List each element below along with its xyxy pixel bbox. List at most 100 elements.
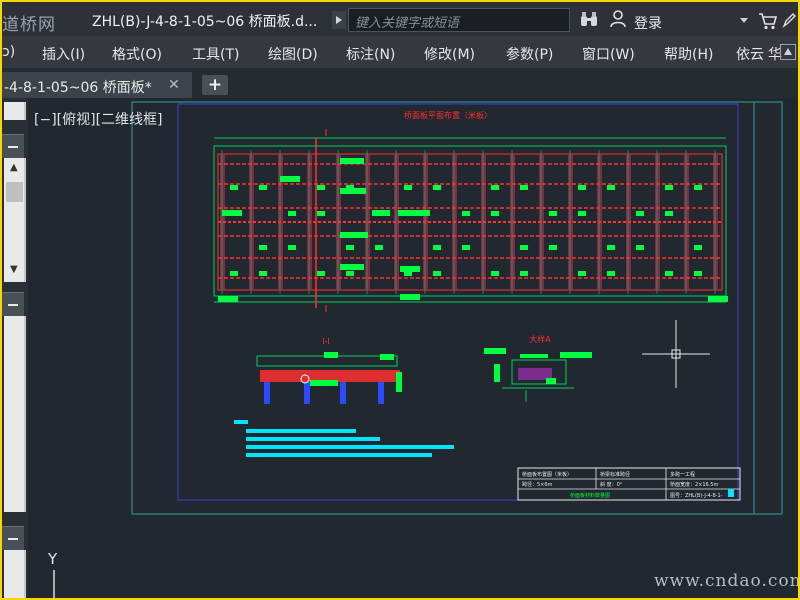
chevron-down-icon[interactable] xyxy=(740,18,748,23)
plan-mark xyxy=(259,185,267,190)
plan-mark xyxy=(665,185,673,190)
plan-mark xyxy=(462,245,470,250)
title-block-cell: 跨径：5×6m xyxy=(522,481,553,488)
plan-mark xyxy=(491,211,499,216)
title-block-cell: 图号：ZHL(B)-J-4-8-1- xyxy=(670,493,723,499)
plan-mark xyxy=(578,271,586,276)
palette-scroll-panel[interactable]: ▲ ▼ xyxy=(4,158,26,282)
document-tab-bar: -4-8-1-05~06 桥面板* ✕ + xyxy=(2,68,798,98)
title-bar: 道桥网 ZHL(B)-J-4-8-1-05~06 桥面板.d... 键入关键字或… xyxy=(2,2,798,36)
palette-collapse-button[interactable] xyxy=(2,526,24,550)
palette-panel-top xyxy=(4,102,26,120)
menu-bar: ɔ) 插入(I) 格式(O) 工具(T) 绘图(D) 标注(N) 修改(M) 参… xyxy=(2,36,798,68)
tab-drawing-file[interactable]: -4-8-1-05~06 桥面板* ✕ xyxy=(2,72,192,98)
plan-mark xyxy=(317,211,325,216)
plan-label-box xyxy=(218,296,238,302)
plan-label-box xyxy=(340,188,366,194)
menu-item-partial[interactable]: ɔ) xyxy=(2,44,15,60)
plan-label-box xyxy=(340,158,364,164)
cad-application-window: 道桥网 ZHL(B)-J-4-8-1-05~06 桥面板.d... 键入关键字或… xyxy=(2,2,798,598)
plan-mark xyxy=(259,245,267,250)
plan-label-box xyxy=(280,176,300,182)
chevron-right-icon[interactable] xyxy=(332,11,346,29)
plan-mark xyxy=(317,185,325,190)
plan-mark xyxy=(694,185,702,190)
login-button[interactable]: 登录 xyxy=(634,13,662,33)
title-block-cell: 斜 度：0° xyxy=(600,481,623,488)
plan-mark xyxy=(694,245,702,250)
palette-collapse-button[interactable] xyxy=(2,134,24,158)
plan-label-box xyxy=(222,210,242,216)
scrollbar-thumb[interactable] xyxy=(6,182,23,202)
section-mark-bottom: I xyxy=(325,304,328,315)
title-block: 桥面板布置图（米板） 桥梁标准跨径 多跨一工程 跨径：5×6m 斜 度：0° 桥… xyxy=(517,467,741,501)
menu-item-format[interactable]: 格式(O) xyxy=(112,44,162,64)
plan-mark xyxy=(346,245,354,250)
title-block-cell: 多跨一工程 xyxy=(670,471,695,478)
close-icon[interactable]: ✕ xyxy=(168,77,180,93)
plan-label-box xyxy=(340,232,368,238)
new-tab-button[interactable]: + xyxy=(202,75,228,95)
menu-item-dimension[interactable]: 标注(N) xyxy=(346,44,395,64)
plan-mark xyxy=(462,211,470,216)
palette-collapse-button[interactable] xyxy=(2,292,24,316)
search-input[interactable]: 键入关键字或短语 xyxy=(348,8,570,32)
palette-panel-middle xyxy=(4,316,26,512)
viewport-label[interactable]: [−][俯视][二维线框] xyxy=(34,109,163,129)
drawing-canvas[interactable]: 桥面板平面布置（米板） I I I-I 大样A 桥面板布置图（米板） 桥梁标准跨… xyxy=(28,98,798,598)
crosshair-cursor-icon xyxy=(642,320,710,388)
plan-view xyxy=(213,137,728,308)
plan-label-box xyxy=(400,294,420,300)
menu-item-yiyun[interactable]: 依云 xyxy=(736,44,764,64)
menu-item-tools[interactable]: 工具(T) xyxy=(192,44,239,64)
plan-mark xyxy=(520,271,528,276)
app-logo: 道桥网 xyxy=(2,15,56,35)
menu-item-draw[interactable]: 绘图(D) xyxy=(268,44,318,64)
binoculars-icon[interactable] xyxy=(580,11,598,27)
title-block-cell: 桥梁标准跨径 xyxy=(600,471,630,478)
plan-mark xyxy=(491,271,499,276)
plan-label-box xyxy=(372,210,390,216)
plan-mark xyxy=(346,271,354,276)
plan-mark xyxy=(491,185,499,190)
tool-palette-strip: ▲ ▼ xyxy=(2,98,28,598)
pen-icon[interactable] xyxy=(782,12,796,28)
plan-label-box xyxy=(400,266,420,272)
plan-mark xyxy=(578,185,586,190)
title-block-cell: 桥面板布置图（米板） xyxy=(522,471,572,478)
plan-mark xyxy=(636,245,644,250)
palette-panel-bottom xyxy=(4,550,26,598)
ribbon-toggle-icon[interactable] xyxy=(780,44,796,60)
plan-mark xyxy=(433,185,441,190)
cross-section-view xyxy=(256,352,402,404)
cart-icon[interactable] xyxy=(758,12,778,30)
plan-label-box xyxy=(398,210,430,216)
plan-mark xyxy=(549,245,557,250)
watermark-text: www.cndao.com xyxy=(654,571,798,591)
plan-mark xyxy=(317,271,325,276)
plan-mark xyxy=(520,245,528,250)
plan-mark xyxy=(230,271,238,276)
detail-view xyxy=(484,348,592,402)
plan-mark xyxy=(288,245,296,250)
plan-mark xyxy=(230,185,238,190)
menu-item-window[interactable]: 窗口(W) xyxy=(582,44,635,64)
plan-mark xyxy=(375,245,383,250)
menu-item-help[interactable]: 帮助(H) xyxy=(664,44,713,64)
plan-mark xyxy=(694,271,702,276)
menu-item-modify[interactable]: 修改(M) xyxy=(424,44,475,64)
user-icon[interactable] xyxy=(610,10,626,28)
plan-label-box xyxy=(708,296,728,302)
scroll-up-icon[interactable]: ▲ xyxy=(10,162,18,173)
plan-mark xyxy=(665,211,673,216)
plan-mark xyxy=(288,211,296,216)
title-block-cell: 桥面板材料数量图 xyxy=(570,492,610,499)
plan-mark xyxy=(433,245,441,250)
menu-item-parametric[interactable]: 参数(P) xyxy=(506,44,553,64)
plan-mark xyxy=(520,185,528,190)
plan-mark xyxy=(404,185,412,190)
section-title: I-I xyxy=(322,337,330,346)
menu-item-insert[interactable]: 插入(I) xyxy=(42,44,85,64)
plan-mark xyxy=(578,211,586,216)
scroll-down-icon[interactable]: ▼ xyxy=(10,264,18,275)
